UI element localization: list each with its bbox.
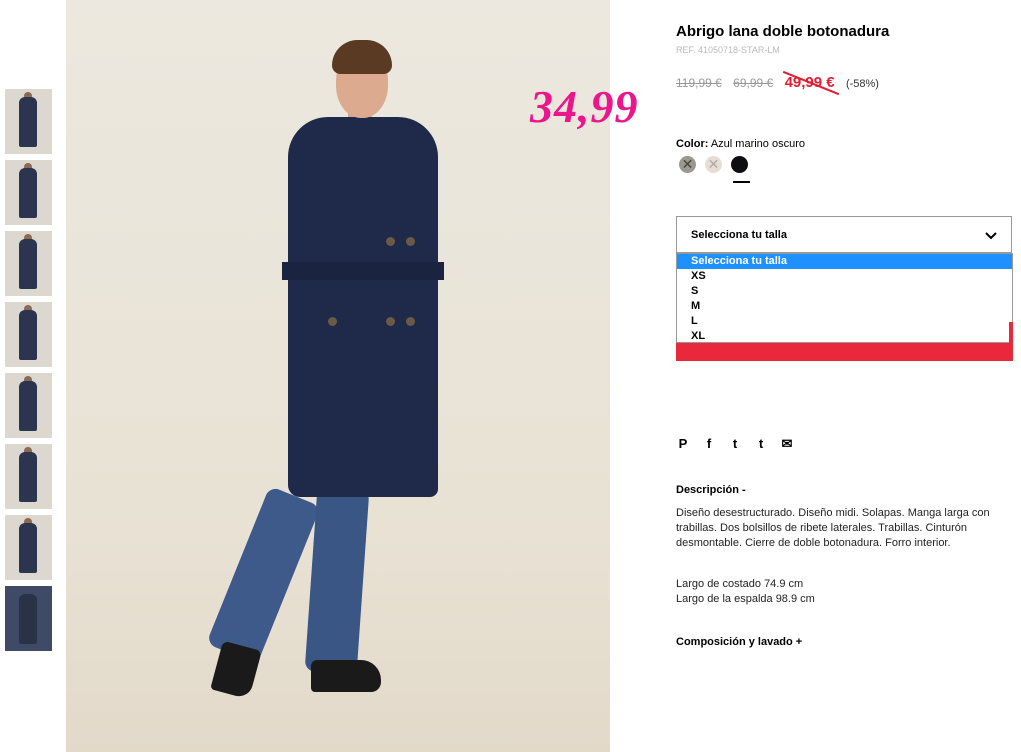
twitter-icon[interactable]: t xyxy=(728,436,742,452)
thumbnail-gallery xyxy=(5,89,52,657)
measure-side-length: Largo de costado 74.9 cm xyxy=(676,578,804,590)
tumblr-icon[interactable]: t xyxy=(754,436,768,452)
size-option-s[interactable]: S xyxy=(677,284,1012,299)
product-title: Abrigo lana doble botonadura xyxy=(676,23,890,40)
thumbnail-4[interactable] xyxy=(5,302,52,367)
color-value: Azul marino oscuro xyxy=(710,138,805,150)
selected-swatch-indicator xyxy=(733,181,750,183)
composition-toggle[interactable]: Composición y lavado + xyxy=(676,636,802,648)
coat-button xyxy=(406,237,415,246)
facebook-icon[interactable]: f xyxy=(702,436,716,452)
coat-button xyxy=(386,237,395,246)
model-coat xyxy=(282,117,444,497)
thumbnail-6[interactable] xyxy=(5,444,52,509)
coat-button xyxy=(386,317,395,326)
product-main-image[interactable] xyxy=(66,0,610,752)
size-option-m[interactable]: M xyxy=(677,299,1012,314)
social-share: P f t t ✉ xyxy=(676,436,794,452)
thumbnail-5[interactable] xyxy=(5,373,52,438)
description-toggle[interactable]: Descripción - xyxy=(676,484,746,496)
current-price: 49,99 € xyxy=(782,70,839,96)
size-option-xs[interactable]: XS xyxy=(677,269,1012,284)
thumbnail-1[interactable] xyxy=(5,89,52,154)
add-to-cart-button-edge[interactable] xyxy=(1009,322,1013,343)
mail-icon[interactable]: ✉ xyxy=(780,436,794,452)
thumbnail-8[interactable] xyxy=(5,586,52,651)
unavailable-cross-icon: ✕ xyxy=(707,156,720,172)
coat-belt xyxy=(282,262,444,280)
size-select-value: Selecciona tu talla xyxy=(691,229,787,241)
swatch-black[interactable] xyxy=(731,156,748,173)
promo-price-annotation: 34,99 xyxy=(530,81,639,132)
original-price: 119,99 € xyxy=(676,76,722,90)
thumbnail-2[interactable] xyxy=(5,160,52,225)
chevron-down-icon xyxy=(985,217,997,254)
product-ref: REF. 41050718-STAR-LM xyxy=(676,45,780,55)
color-row: Color: Azul marino oscuro xyxy=(676,138,805,150)
color-swatches: ✕ ✕ xyxy=(679,156,748,173)
size-option-xl[interactable]: XL xyxy=(677,329,1012,344)
price-row: 119,99 € 69,99 € 49,99 € (-58%) xyxy=(676,70,879,96)
model-boot-right xyxy=(311,660,381,692)
model-hair xyxy=(332,40,392,74)
size-dropdown-list: Selecciona tu talla XS S M L XL xyxy=(676,253,1013,343)
coat-button xyxy=(328,317,337,326)
measurements: Largo de costado 74.9 cm Largo de la esp… xyxy=(676,577,815,607)
coat-button xyxy=(406,317,415,326)
description-text: Diseño desestructurado. Diseño midi. Sol… xyxy=(676,507,990,549)
previous-price: 69,99 € xyxy=(733,76,774,90)
size-option-placeholder[interactable]: Selecciona tu talla xyxy=(677,254,1012,269)
add-to-cart-button[interactable] xyxy=(676,343,1013,361)
thumbnail-3[interactable] xyxy=(5,231,52,296)
color-label: Color: xyxy=(676,138,709,150)
size-option-l[interactable]: L xyxy=(677,314,1012,329)
swatch-grey[interactable]: ✕ xyxy=(679,156,696,173)
pinterest-icon[interactable]: P xyxy=(676,436,690,452)
measure-back-length: Largo de la espalda 98.9 cm xyxy=(676,593,815,605)
unavailable-cross-icon: ✕ xyxy=(681,156,694,172)
thumbnail-7[interactable] xyxy=(5,515,52,580)
discount-badge: (-58%) xyxy=(845,78,879,90)
swatch-beige[interactable]: ✕ xyxy=(705,156,722,173)
size-select[interactable]: Selecciona tu talla xyxy=(676,216,1012,253)
